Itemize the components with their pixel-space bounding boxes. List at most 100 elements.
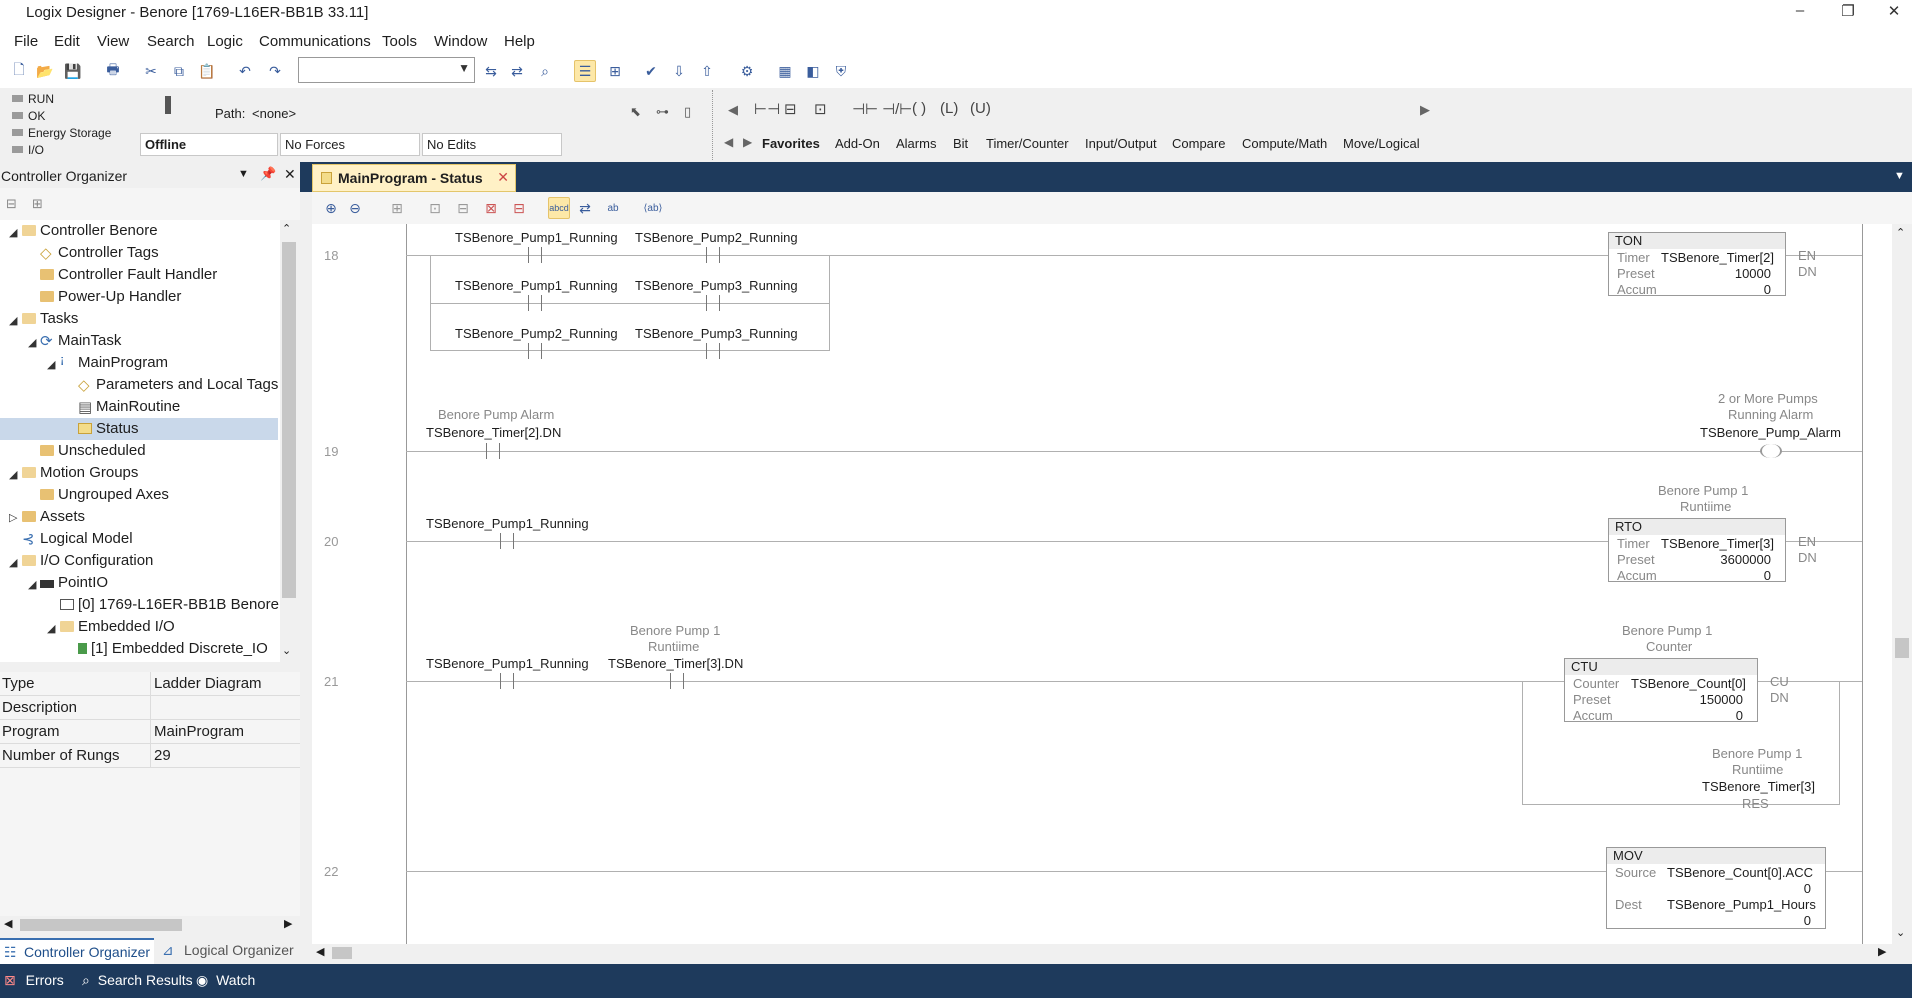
- tab-controller-organizer[interactable]: ☷ Controller Organizer: [0, 938, 154, 964]
- scroll-down-icon[interactable]: ⌄: [1896, 926, 1905, 939]
- tab-scroll-right-icon[interactable]: ▶: [743, 135, 752, 149]
- ote-icon[interactable]: ( ): [912, 100, 926, 117]
- menu-view[interactable]: View: [97, 33, 129, 50]
- collapse-arrow-icon[interactable]: ◢: [47, 622, 55, 635]
- close-tab-icon[interactable]: ✕: [497, 169, 509, 186]
- tab-move-logical[interactable]: Move/Logical: [1343, 136, 1420, 151]
- edits-field[interactable]: No Edits: [422, 133, 562, 156]
- scroll-down-icon[interactable]: ⌄: [282, 644, 291, 657]
- go-online-icon[interactable]: ⇆: [480, 60, 502, 82]
- tree-embedded-io[interactable]: Embedded I/O: [60, 616, 175, 638]
- collapse-arrow-icon[interactable]: ◢: [9, 468, 17, 481]
- tree-controller-tags[interactable]: ◇ Controller Tags: [40, 242, 159, 264]
- tab-alarms[interactable]: Alarms: [896, 136, 936, 151]
- scroll-right-icon[interactable]: ▶: [1878, 945, 1886, 958]
- close-icon[interactable]: ✕: [1878, 2, 1910, 24]
- tab-mainprogram-status[interactable]: MainProgram - Status ✕: [312, 164, 516, 192]
- tree-assets[interactable]: Assets: [22, 506, 85, 528]
- undo-icon[interactable]: ↶: [234, 60, 256, 82]
- menu-edit[interactable]: Edit: [54, 33, 80, 50]
- download-icon[interactable]: ⇩: [668, 60, 690, 82]
- save-icon[interactable]: 💾: [62, 60, 84, 82]
- zoom-in-icon[interactable]: ⊕: [320, 197, 342, 219]
- tree-status[interactable]: Status: [78, 418, 139, 440]
- tree-ungrouped-axes[interactable]: Ungrouped Axes: [40, 484, 169, 506]
- ote-coil[interactable]: [1760, 444, 1782, 458]
- tree-maintask[interactable]: ⟳ MainTask: [40, 330, 121, 352]
- watch-tab[interactable]: ◉ Watch: [196, 972, 255, 989]
- ladder-vscroll[interactable]: ⌃ ⌄: [1892, 224, 1912, 944]
- verify-routine-icon[interactable]: ⊡: [424, 197, 446, 219]
- collapse-arrow-icon[interactable]: ◢: [9, 314, 17, 327]
- open-icon[interactable]: 📂: [34, 60, 56, 82]
- tree-controller[interactable]: Controller Benore: [22, 220, 158, 242]
- tree-fault-handler[interactable]: Controller Fault Handler: [40, 264, 217, 286]
- errors-tab[interactable]: ⊠ Errors: [4, 972, 64, 989]
- xic-contact[interactable]: [494, 673, 520, 689]
- branch-icon[interactable]: ⊢⊣: [754, 100, 780, 118]
- collapse-arrow-icon[interactable]: ◢: [9, 556, 17, 569]
- tab-compute-math[interactable]: Compute/Math: [1242, 136, 1327, 151]
- xic-contact[interactable]: [494, 533, 520, 549]
- tree-unscheduled[interactable]: Unscheduled: [40, 440, 146, 462]
- xic-contact[interactable]: [700, 247, 726, 263]
- tab-compare[interactable]: Compare: [1172, 136, 1225, 151]
- tree-tasks[interactable]: Tasks: [22, 308, 78, 330]
- scroll-thumb[interactable]: [282, 242, 296, 598]
- xic-contact[interactable]: [522, 295, 548, 311]
- tree-embedded-discrete[interactable]: [1] Embedded Discrete_IO: [78, 638, 268, 660]
- browse-icon[interactable]: ⌕: [534, 60, 556, 82]
- tab-timer-counter[interactable]: Timer/Counter: [986, 136, 1069, 151]
- minimize-icon[interactable]: –: [1784, 2, 1816, 24]
- finalize-icon[interactable]: ⊟: [508, 197, 530, 219]
- scroll-thumb[interactable]: [1895, 638, 1909, 658]
- tree-motion-groups[interactable]: Motion Groups: [22, 462, 138, 484]
- menu-help[interactable]: Help: [504, 33, 535, 50]
- tree-io-configuration[interactable]: I/O Configuration: [22, 550, 153, 572]
- pin-icon[interactable]: 📌: [260, 166, 276, 182]
- search-combo[interactable]: ▼: [298, 57, 475, 83]
- tag-value-icon[interactable]: ⟨ab⟩: [642, 197, 664, 219]
- tab-favorites[interactable]: Favorites: [762, 136, 820, 151]
- toggle-view-icon[interactable]: ⇄: [574, 197, 596, 219]
- print-icon[interactable]: 🖶: [102, 60, 124, 82]
- tab-add-on[interactable]: Add-On: [835, 136, 880, 151]
- rto-block[interactable]: RTO Timer TSBenore_Timer[3] Preset 36000…: [1608, 518, 1786, 583]
- xic-contact[interactable]: [480, 443, 506, 459]
- scroll-right-icon[interactable]: ▶: [1420, 102, 1430, 118]
- address-icon[interactable]: ab: [602, 197, 624, 219]
- network-tree-icon[interactable]: ⊶: [656, 104, 669, 120]
- new-icon[interactable]: 🗋: [8, 60, 30, 82]
- tree-parameters[interactable]: ◇ Parameters and Local Tags: [78, 374, 278, 396]
- collapse-icon[interactable]: ⊟: [6, 196, 17, 212]
- ladder-hscroll[interactable]: ◀ ▶: [312, 944, 1912, 962]
- tree-mainroutine[interactable]: ▤ MainRoutine: [78, 396, 180, 418]
- scroll-thumb[interactable]: [332, 947, 352, 959]
- tab-list-icon[interactable]: ▼: [1894, 170, 1905, 182]
- forces-field[interactable]: No Forces: [280, 133, 420, 156]
- tree-logical-model[interactable]: ⊰ Logical Model: [22, 528, 133, 550]
- otl-icon[interactable]: (L): [940, 100, 958, 117]
- menu-file[interactable]: File: [14, 33, 38, 50]
- tree-pointio[interactable]: PointIO: [40, 572, 108, 594]
- dropdown-icon[interactable]: ▼: [238, 168, 249, 180]
- scroll-up-icon[interactable]: ⌃: [282, 222, 291, 235]
- tab-scroll-left-icon[interactable]: ◀: [724, 135, 733, 149]
- restore-icon[interactable]: ❐: [1832, 2, 1864, 24]
- module-icon[interactable]: ▦: [774, 60, 796, 82]
- mode-field[interactable]: Offline: [140, 133, 278, 156]
- show-descriptions-icon[interactable]: abcd: [548, 197, 570, 219]
- copy-icon[interactable]: ⧉: [168, 60, 190, 82]
- mov-block[interactable]: MOV Source TSBenore_Count[0].ACC 0 Dest …: [1606, 847, 1826, 929]
- expand-arrow-icon[interactable]: ▷: [9, 511, 17, 524]
- tree-view-icon[interactable]: ⊞: [604, 60, 626, 82]
- tree-mainprogram[interactable]: ꜟ MainProgram: [60, 352, 168, 374]
- verify-icon[interactable]: ✔: [640, 60, 662, 82]
- xic-contact[interactable]: [522, 247, 548, 263]
- ton-block[interactable]: TON Timer TSBenore_Timer[2] Preset 10000…: [1608, 232, 1786, 297]
- tab-bit[interactable]: Bit: [953, 136, 968, 151]
- organizer-toggle-icon[interactable]: ☰: [574, 60, 596, 82]
- xio-contact[interactable]: [664, 673, 690, 689]
- scroll-left-icon[interactable]: ◀: [728, 102, 738, 118]
- tree-scrollbar[interactable]: ⌃ ⌄: [280, 220, 298, 662]
